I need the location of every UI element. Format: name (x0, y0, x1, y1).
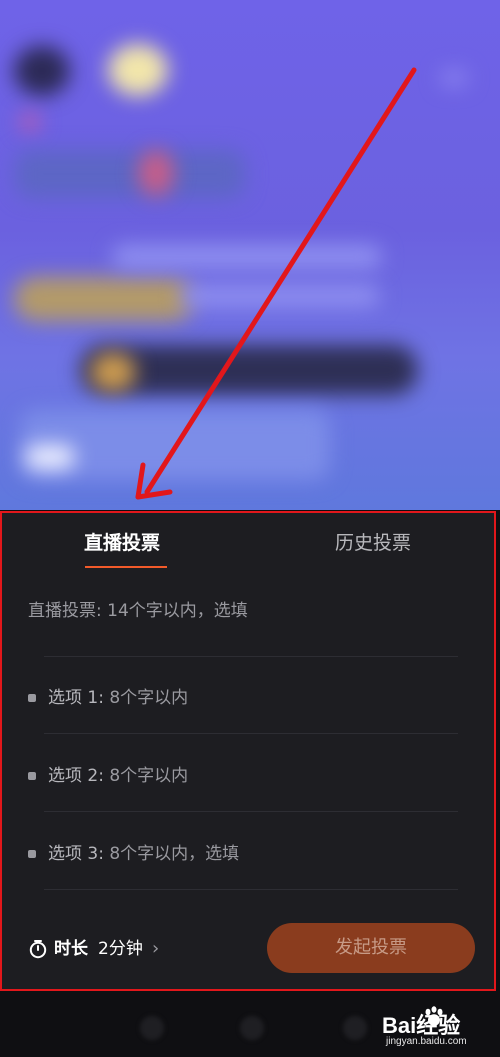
info-panel (15, 150, 245, 198)
option-2-field[interactable]: 选项 2: 8个字以内 (28, 760, 468, 792)
bullet-icon (28, 694, 36, 702)
nav-icon (140, 1016, 164, 1040)
nav-icon (343, 1016, 367, 1040)
active-tab-indicator (85, 566, 167, 568)
option-placeholder: 8个字以内 (109, 766, 189, 786)
tab-live-vote[interactable]: 直播投票 (84, 523, 160, 563)
option-3-field[interactable]: 选项 3: 8个字以内，选填 (28, 838, 468, 870)
bullet-icon (28, 772, 36, 780)
vote-sheet: 直播投票 历史投票 直播投票: 14个字以内，选填 选项 1: 8个字以内 选项… (0, 511, 496, 991)
gift-icon (108, 44, 168, 96)
message-line (112, 245, 382, 269)
badge-icon (20, 112, 40, 132)
chevron-right-icon: › (152, 938, 160, 959)
baidu-jingyan-watermark: Bai经验 jingyan.baidu.com (382, 1000, 497, 1055)
watermark-url: jingyan.baidu.com (386, 1036, 467, 1047)
timer-icon (29, 940, 47, 959)
option-label: 选项 3: (48, 844, 104, 864)
option-label: 选项 1: (48, 688, 104, 708)
toolbar-icon (90, 352, 136, 392)
bullet-icon (28, 850, 36, 858)
divider (44, 733, 458, 734)
divider (44, 656, 458, 657)
duration-value: 2分钟 (98, 939, 143, 959)
divider (44, 811, 458, 812)
option-label: 选项 2: (48, 766, 104, 786)
nav-icon (240, 1016, 264, 1040)
option-1-field[interactable]: 选项 1: 8个字以内 (28, 682, 468, 714)
vote-title-input[interactable]: 直播投票: 14个字以内，选填 (28, 595, 468, 627)
option-placeholder: 8个字以内 (109, 688, 189, 708)
message-line (180, 285, 380, 307)
live-stream-background (0, 0, 500, 510)
avatar (14, 46, 70, 96)
chat-button (25, 445, 75, 469)
start-vote-button[interactable]: 发起投票 (267, 923, 475, 973)
decoration (138, 150, 174, 196)
notification-banner (14, 277, 194, 321)
duration-label: 时长 (54, 939, 88, 959)
option-placeholder: 8个字以内，选填 (109, 844, 240, 864)
menu-icon (440, 70, 468, 86)
divider (44, 889, 458, 890)
tab-history-vote[interactable]: 历史投票 (335, 523, 411, 563)
